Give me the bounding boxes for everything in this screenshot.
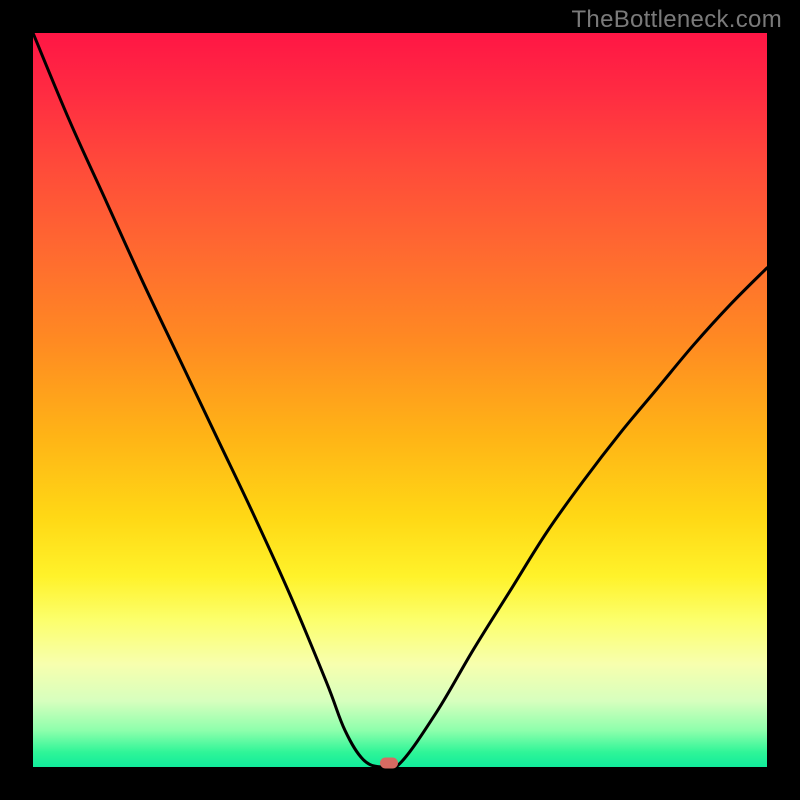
curve-svg xyxy=(33,33,767,767)
bottleneck-curve xyxy=(33,33,767,767)
watermark-text: TheBottleneck.com xyxy=(571,6,782,34)
chart-frame: TheBottleneck.com xyxy=(0,0,800,800)
optimum-marker xyxy=(380,758,398,769)
plot-area xyxy=(33,33,767,767)
